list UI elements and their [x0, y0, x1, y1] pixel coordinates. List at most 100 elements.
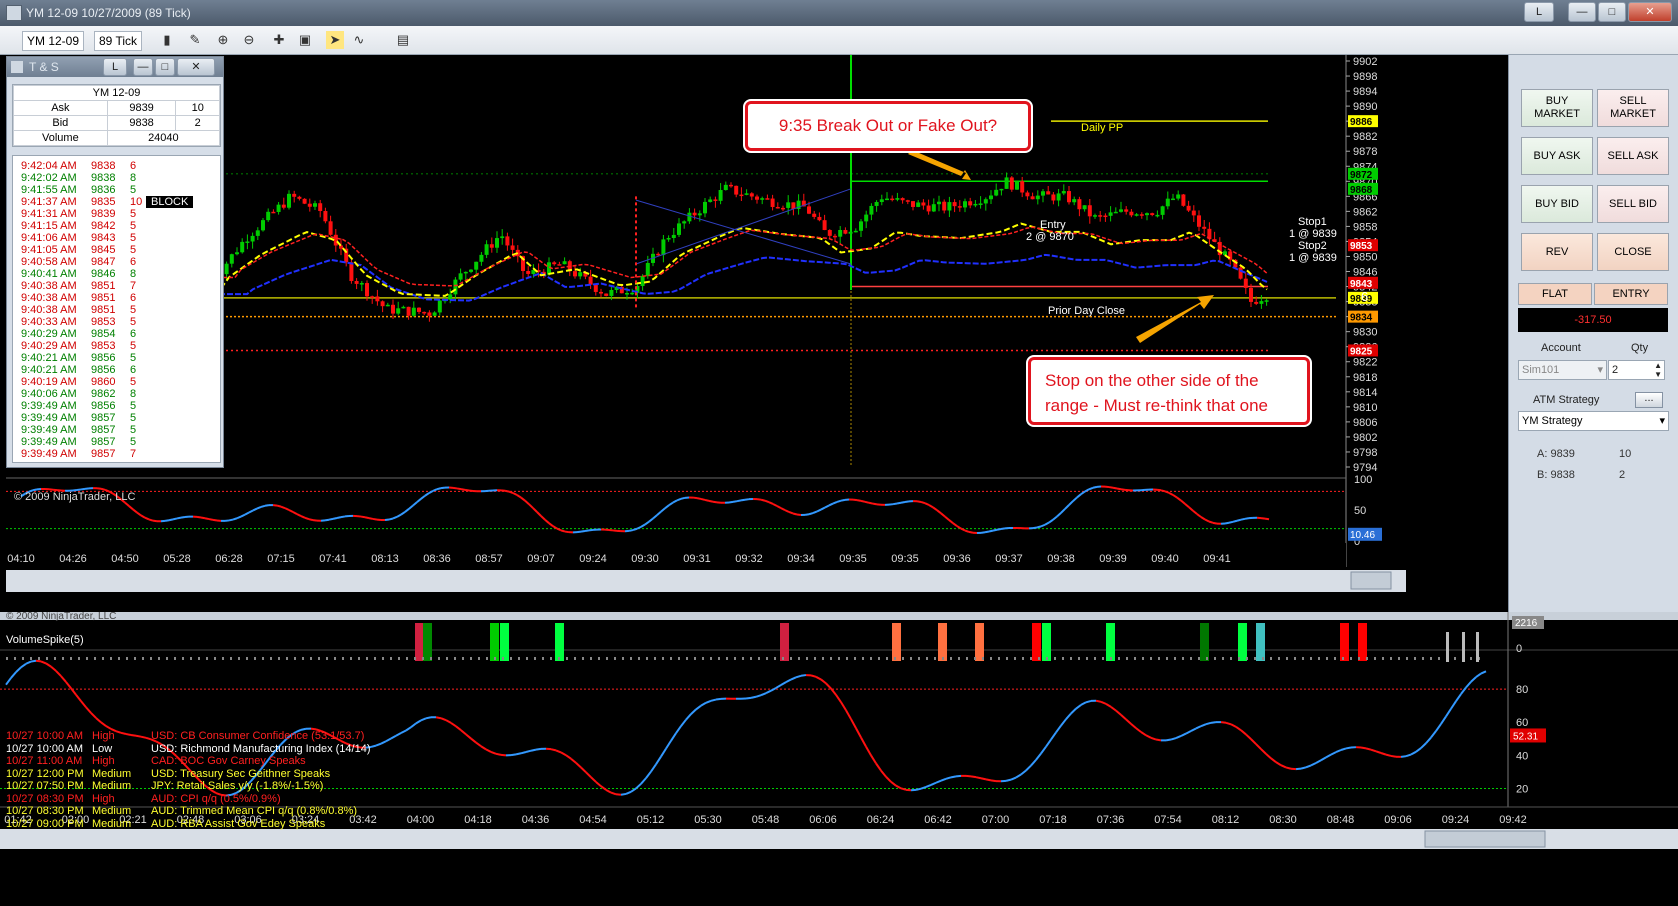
- volume-tick-bar: [1470, 657, 1472, 660]
- oscillator-segment: [1220, 721, 1227, 724]
- time-tick-label: 09:40: [1151, 553, 1179, 565]
- oscillator-segment: [808, 512, 814, 516]
- volume-tick-bar: [894, 657, 896, 660]
- ts-link-button[interactable]: L: [103, 58, 127, 76]
- chart-trader-icon[interactable]: ➤: [326, 31, 344, 49]
- bar-type-icon[interactable]: ▮: [158, 31, 176, 49]
- candle-body: [359, 283, 364, 285]
- link-button[interactable]: L: [1524, 2, 1554, 22]
- volume-tick-bar: [94, 657, 96, 660]
- oscillator-segment: [212, 518, 218, 522]
- news-text: AUD: Trimmed Mean CPI q/q (0.8%/0.8%): [151, 805, 358, 817]
- account-select[interactable]: Sim101 ▾: [1518, 360, 1607, 380]
- volume-tick-bar: [1254, 657, 1256, 660]
- atm-strategy-select[interactable]: YM Strategy ▾: [1518, 411, 1669, 431]
- volume-tick-bar: [958, 657, 960, 660]
- volume-tick-bar: [350, 657, 352, 660]
- reverse-button[interactable]: REV: [1521, 233, 1593, 271]
- candle-body: [755, 196, 759, 200]
- ts-trade-row: 9:39:49 AM 9857 7: [13, 448, 220, 460]
- ts-trade-cell: 5: [130, 340, 137, 352]
- candle-body: [817, 216, 822, 221]
- candle-body: [401, 306, 406, 309]
- price-tick-label: 9798: [1353, 447, 1377, 459]
- candle-body: [396, 308, 401, 314]
- qty-stepper[interactable]: 2 ▲ ▼: [1608, 360, 1665, 380]
- ts-trade-list[interactable]: 9:42:04 AM 9838 6 9:42:02 AM 9838 8 9:41:55 AM…: [12, 155, 221, 463]
- oscillator-segment: [968, 530, 974, 534]
- time-tick-label: 09:36: [943, 553, 971, 565]
- oscillator-segment: [196, 515, 202, 519]
- interval-selector[interactable]: 89 Tick: [94, 31, 143, 51]
- instrument-selector[interactable]: YM 12-09: [22, 31, 85, 51]
- candle-body: [333, 234, 338, 246]
- close-position-button[interactable]: CLOSE: [1597, 233, 1669, 271]
- candle-body: [1041, 191, 1045, 196]
- data-box-icon[interactable]: ▤: [394, 31, 412, 49]
- volume-tick-bar: [118, 657, 120, 660]
- volume-tick-bar: [214, 657, 216, 660]
- volume-tick-bar: [1382, 657, 1384, 660]
- stepper-arrows-icon[interactable]: ▲ ▼: [1654, 361, 1662, 379]
- close-window-button[interactable]: ✕: [1628, 2, 1672, 22]
- ts-trade-row: 9:41:15 AM 9842 5: [13, 220, 220, 232]
- ts-minimize-button[interactable]: —: [133, 58, 153, 76]
- buy-ask-button[interactable]: BUY ASK: [1521, 137, 1593, 175]
- ts-trade-cell: 9857: [91, 412, 116, 424]
- volume-tick-bar: [598, 657, 600, 660]
- ts-close-button[interactable]: ✕: [177, 58, 215, 76]
- volume-tick-bar: [614, 657, 616, 660]
- oscillator-segment: [172, 517, 178, 521]
- buy-bid-button[interactable]: BUY BID: [1521, 185, 1593, 223]
- ts-trade-cell: 9843: [91, 232, 116, 244]
- candle-body: [718, 190, 723, 201]
- crosshair-icon[interactable]: ✚: [270, 31, 288, 49]
- sell-bid-button[interactable]: SELL BID: [1597, 185, 1669, 223]
- ts-bid-price: 9838: [106, 115, 177, 131]
- volume-tick-bar: [1238, 657, 1240, 660]
- volume-tick-bar: [630, 657, 632, 660]
- candle-body: [687, 212, 692, 222]
- sell-ask-button[interactable]: SELL ASK: [1597, 137, 1669, 175]
- oscillator-segment: [1156, 488, 1162, 492]
- volume-tick-bar: [1222, 657, 1224, 660]
- oscillator-segment: [340, 515, 346, 519]
- oscillator-segment: [580, 529, 586, 533]
- oscillator-segment: [736, 499, 742, 503]
- oscillator-segment: [945, 776, 952, 780]
- candle-body: [1186, 205, 1191, 211]
- minimize-button[interactable]: —: [1568, 2, 1596, 22]
- volume-tick-bar: [382, 657, 384, 660]
- volume-tick-bar: [6, 657, 8, 660]
- ts-trade-row: 9:41:31 AM 9839 5: [13, 208, 220, 220]
- candle-body: [890, 198, 895, 201]
- maximize-button[interactable]: □: [1598, 2, 1626, 22]
- time-tick-label: 09:39: [1099, 553, 1127, 565]
- ts-maximize-button[interactable]: □: [155, 58, 175, 76]
- buy-market-button[interactable]: BUY MARKET: [1521, 89, 1593, 127]
- zoom-in-icon[interactable]: ⊕: [214, 31, 232, 49]
- candle-body: [1181, 194, 1186, 206]
- candle-body: [1108, 212, 1113, 216]
- atm-settings-button[interactable]: ...: [1635, 392, 1663, 408]
- ts-trade-cell: 9838: [91, 172, 116, 184]
- volume-tick-bar: [1246, 657, 1248, 660]
- news-text: AUD: CPI q/q (0.5%/0.9%): [151, 792, 281, 805]
- ts-volume-label: Volume: [13, 130, 108, 146]
- time-and-sales-window[interactable]: T & S L — □ ✕ YM 12-09 Ask 9839 10 Bid 9838…: [6, 56, 224, 468]
- candle-body: [505, 236, 510, 246]
- time-tick-label: 04:26: [59, 553, 87, 565]
- time-tick-label: 04:10: [7, 553, 35, 565]
- volume-tick-bar: [398, 657, 400, 660]
- sell-market-button[interactable]: SELL MARKET: [1597, 89, 1669, 127]
- zoom-out-icon[interactable]: ⊖: [240, 31, 258, 49]
- ts-icon: [11, 61, 23, 73]
- time-tick-label: 04:50: [111, 553, 139, 565]
- volume-tick-bar: [390, 657, 392, 660]
- time-tick-label: 09:41: [1203, 553, 1231, 565]
- qty-label: Qty: [1631, 342, 1649, 354]
- properties-icon[interactable]: ▣: [296, 31, 314, 49]
- drawing-tool-icon[interactable]: ✎: [186, 31, 204, 49]
- oscillator-segment: [996, 527, 1002, 531]
- indicators-icon[interactable]: ∿: [350, 31, 368, 49]
